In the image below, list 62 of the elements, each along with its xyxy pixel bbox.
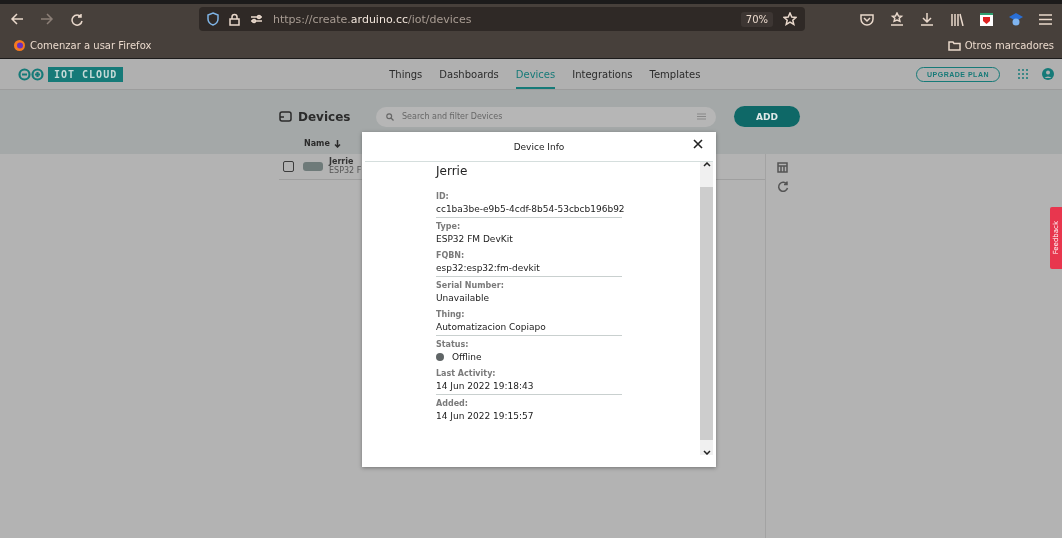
- field-value: Unavailable: [436, 293, 490, 303]
- field-value: cc1ba3be-e9b5-4cdf-8b54-53cbcb196b92: [436, 204, 622, 214]
- extension-icon[interactable]: [1009, 12, 1023, 26]
- field-label: Status:: [436, 340, 470, 349]
- field-label: Type:: [436, 222, 462, 231]
- logo-text: IOT CLOUD: [48, 66, 124, 82]
- sliders-icon: [250, 14, 263, 24]
- scrollbar[interactable]: [700, 162, 713, 455]
- page-title: Devices: [298, 109, 351, 124]
- close-button[interactable]: [693, 139, 703, 149]
- nav-tab[interactable]: Templates: [649, 59, 701, 89]
- status-value: Offline: [452, 352, 482, 362]
- zoom-level[interactable]: 70%: [740, 11, 773, 27]
- device-name: Jerrie: [436, 164, 469, 178]
- bookmark-folder[interactable]: Otros marcadores: [964, 39, 1054, 51]
- field-value: Automatizacion Copiapo: [436, 322, 547, 332]
- lock-icon: [229, 12, 240, 26]
- firefox-logo-icon: [14, 39, 25, 51]
- field-label: Thing:: [436, 310, 466, 319]
- devices-icon: [279, 111, 292, 122]
- download-icon[interactable]: [920, 12, 934, 26]
- url-text: https://create.arduino.cc/iot/devices: [273, 12, 472, 26]
- scroll-up-caret-icon: [702, 162, 711, 167]
- field-label: FQBN:: [436, 251, 466, 260]
- field-label: Serial Number:: [436, 281, 505, 290]
- table-columns-icon[interactable]: [777, 162, 788, 173]
- infinity-logo-icon: [18, 67, 44, 81]
- field-value: ESP32 FM DevKit: [436, 234, 514, 244]
- device-type: ESP32 F: [329, 166, 362, 176]
- nav-tab[interactable]: Dashboards: [439, 59, 499, 89]
- nav-tab[interactable]: Integrations: [572, 59, 633, 89]
- scroll-down-caret-icon: [702, 450, 711, 455]
- shield-icon: [207, 12, 219, 26]
- star-tray-icon[interactable]: [890, 12, 904, 26]
- device-thumbnail: [303, 162, 323, 171]
- field-label: Last Activity:: [436, 369, 497, 378]
- column-header[interactable]: Name: [304, 139, 330, 148]
- field-value: 14 Jun 2022 19:18:43: [436, 381, 535, 391]
- refresh-icon[interactable]: [777, 181, 789, 193]
- forward-arrow-icon[interactable]: [40, 13, 54, 25]
- search-icon: [386, 112, 394, 121]
- add-button[interactable]: ADD: [734, 106, 800, 127]
- field-value: 14 Jun 2022 19:15:57: [436, 411, 535, 421]
- bookmark-link[interactable]: Comenzar a usar Firefox: [30, 39, 152, 51]
- library-icon[interactable]: [950, 12, 964, 26]
- sort-down-arrow-icon: [333, 139, 341, 148]
- field-label: Added:: [436, 399, 469, 408]
- device-name[interactable]: Jerrie: [329, 157, 362, 167]
- reload-icon[interactable]: [70, 12, 83, 26]
- search-placeholder: Search and filter Devices: [402, 112, 504, 121]
- field-label: ID:: [436, 192, 450, 201]
- star-icon[interactable]: [783, 12, 797, 26]
- menu-icon[interactable]: [1039, 13, 1052, 25]
- dialog-title: Device Info: [513, 141, 565, 152]
- field-value: esp32:esp32:fm-devkit: [436, 263, 541, 273]
- extension-icon[interactable]: [980, 12, 993, 26]
- back-arrow-icon[interactable]: [10, 13, 24, 25]
- pocket-icon[interactable]: [860, 12, 874, 26]
- address-bar[interactable]: https://create.arduino.cc/iot/devices 70%: [199, 7, 805, 31]
- folder-icon: [947, 39, 961, 51]
- row-checkbox[interactable]: [283, 161, 294, 172]
- nav-tab[interactable]: Things: [389, 59, 423, 89]
